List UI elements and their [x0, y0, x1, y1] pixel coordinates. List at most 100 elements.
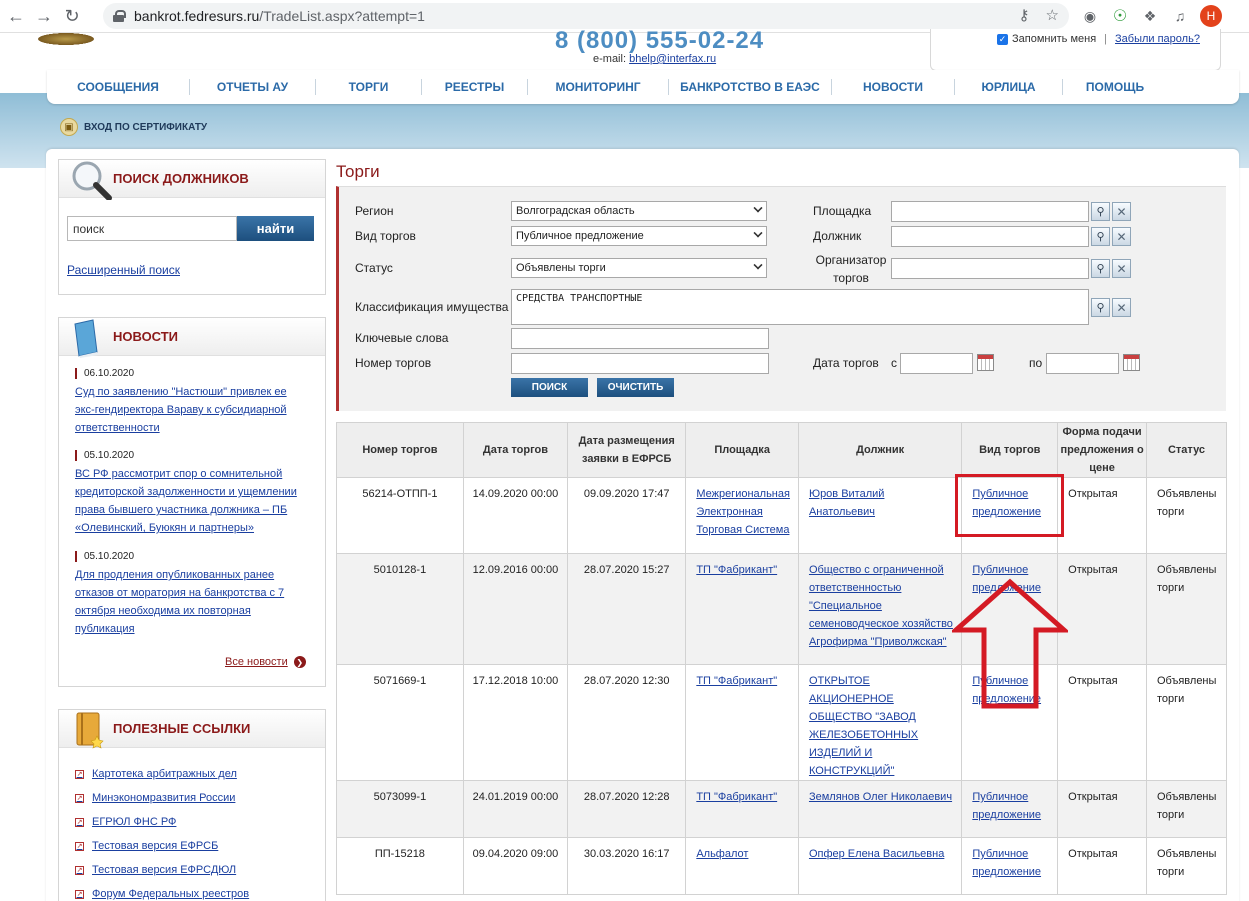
posted-date: 28.07.2020 12:28 — [567, 780, 687, 838]
column-header[interactable]: Форма подачи предложения о цене — [1057, 422, 1147, 478]
nav-reports[interactable]: ОТЧЕТЫ АУ — [190, 80, 315, 94]
region-value: Волгоградская область — [516, 205, 635, 217]
advanced-search-link[interactable]: Расширенный поиск — [67, 263, 180, 277]
email-link[interactable]: bhelp@interfax.ru — [629, 53, 716, 65]
column-header[interactable]: Вид торгов — [961, 422, 1059, 478]
clear-icon[interactable]: ✕ — [1112, 202, 1131, 221]
column-header[interactable]: Должник — [797, 422, 963, 478]
reload-icon[interactable]: ↻ — [60, 4, 84, 28]
search-icon[interactable]: ⚲ — [1091, 227, 1110, 246]
keywords-input[interactable] — [511, 328, 769, 349]
useful-link[interactable]: ↗ Картотека арбитражных дел — [75, 768, 237, 780]
debtor-link[interactable]: Общество с ограниченной ответственностью… — [809, 564, 953, 648]
nav-eaeu-bankruptcy[interactable]: БАНКРОТСТВО В ЕАЭС — [669, 80, 831, 94]
news-link[interactable]: Суд по заявлению "Настюши" привлек ее эк… — [75, 383, 305, 437]
region-select[interactable]: Волгоградская область — [511, 201, 767, 221]
puzzle-icon[interactable]: ❖ — [1140, 6, 1160, 26]
trade-date: 12.09.2016 00:00 — [462, 553, 569, 665]
news-link[interactable]: ВС РФ рассмотрит спор о сомнительной кре… — [75, 465, 305, 537]
column-header[interactable]: Дата размещения заявки в ЕФРСБ — [567, 422, 687, 478]
platform-link[interactable]: ТП "Фабрикант" — [696, 791, 777, 803]
column-header[interactable]: Статус — [1145, 422, 1228, 478]
site-logo[interactable] — [38, 33, 94, 45]
useful-link-label: Форум Федеральных реестров — [92, 888, 250, 900]
search-icon[interactable]: ⚲ — [1091, 202, 1110, 221]
address-bar[interactable]: bankrot.fedresurs.ru/TradeList.aspx?atte… — [103, 3, 1069, 29]
debtor-cell: ОТКРЫТОЕ АКЦИОНЕРНОЕ ОБЩЕСТВО "ЗАВОД ЖЕЛ… — [797, 664, 963, 781]
trade-status: Объявлены торги — [1145, 664, 1228, 781]
key-icon[interactable]: ⚷ — [1019, 6, 1030, 24]
clear-icon[interactable]: ✕ — [1112, 227, 1131, 246]
forward-icon[interactable]: → — [32, 4, 56, 28]
classification-field[interactable]: СРЕДСТВА ТРАНСПОРТНЫЕ — [511, 289, 1089, 325]
organizer-label: Организатор торгов — [815, 253, 887, 285]
platform-link[interactable]: ТП "Фабрикант" — [696, 675, 777, 687]
debtor-search-input[interactable] — [67, 216, 237, 241]
date-to-input[interactable] — [1046, 353, 1119, 374]
posted-date: 28.07.2020 12:30 — [567, 664, 687, 781]
search-icon[interactable]: ⚲ — [1091, 259, 1110, 278]
debtor-label: Должник — [813, 229, 862, 243]
column-header[interactable]: Площадка — [685, 422, 799, 478]
useful-link[interactable]: ↗ ЕГРЮЛ ФНС РФ — [75, 816, 176, 828]
calendar-icon[interactable] — [1123, 354, 1140, 371]
nav-monitoring[interactable]: МОНИТОРИНГ — [528, 80, 668, 94]
remember-checkbox[interactable]: ✓ — [997, 33, 1008, 45]
filter-clear-button[interactable]: ОЧИСТИТЬ — [597, 378, 674, 397]
column-header[interactable]: Дата торгов — [462, 422, 569, 478]
debtor-cell: Землянов Олег Николаевич — [797, 780, 963, 838]
star-icon[interactable]: ☆ — [1046, 6, 1059, 24]
platform-link[interactable]: ТП "Фабрикант" — [696, 564, 777, 576]
nav-trades[interactable]: ТОРГИ — [316, 80, 421, 94]
chevron-down-icon — [753, 203, 763, 213]
all-news-link[interactable]: Все новости ❯ — [225, 656, 306, 668]
nav-legal-entities[interactable]: ЮРЛИЦА — [955, 80, 1062, 94]
trade-type-link[interactable]: Публичное предложение — [972, 791, 1041, 821]
column-header[interactable]: Номер торгов — [336, 422, 464, 478]
debtor-link[interactable]: Опфер Елена Васильевна — [809, 848, 944, 860]
debtor-input[interactable] — [891, 226, 1089, 247]
platform-link[interactable]: Альфалот — [696, 848, 748, 860]
profile-avatar[interactable]: Н — [1200, 5, 1222, 27]
search-icon[interactable]: ⚲ — [1091, 298, 1110, 317]
nav-help[interactable]: ПОМОЩЬ — [1063, 80, 1167, 94]
trade-number-input[interactable] — [511, 353, 769, 374]
trade-type-select[interactable]: Публичное предложение — [511, 226, 767, 246]
trade-status: Объявлены торги — [1145, 553, 1228, 665]
platform-link[interactable]: Межрегиональная Электронная Торговая Сис… — [696, 488, 790, 536]
clear-icon[interactable]: ✕ — [1112, 259, 1131, 278]
date-from-input[interactable] — [900, 353, 973, 374]
lock-icon — [113, 10, 126, 22]
useful-link[interactable]: ↗ Тестовая версия ЕФРСДЮЛ — [75, 864, 236, 876]
nav-messages[interactable]: СООБЩЕНИЯ — [47, 80, 189, 94]
trade-type-link[interactable]: Публичное предложение — [972, 848, 1041, 878]
useful-link[interactable]: ↗ Форум Федеральных реестров — [75, 888, 249, 900]
debtor-link[interactable]: Землянов Олег Николаевич — [809, 791, 952, 803]
useful-link[interactable]: ↗ Минэкономразвития России — [75, 792, 235, 804]
nav-news[interactable]: НОВОСТИ — [832, 80, 954, 94]
trade-date-label: Дата торгов — [813, 356, 879, 370]
media-icon[interactable]: ♫ — [1170, 6, 1190, 26]
back-icon[interactable]: ← — [4, 4, 28, 28]
calendar-icon[interactable] — [977, 354, 994, 371]
debtor-link[interactable]: Юров Виталий Анатольевич — [809, 488, 884, 518]
extension-circle-icon[interactable]: ☉ — [1110, 6, 1130, 26]
certificate-login[interactable]: ▣ ВХОД ПО СЕРТИФИКАТУ — [60, 118, 207, 136]
forgot-password-link[interactable]: Забыли пароль? — [1115, 33, 1200, 45]
filter-search-button[interactable]: ПОИСК — [511, 378, 588, 397]
useful-link[interactable]: ↗ Тестовая версия ЕФРСБ — [75, 840, 218, 852]
pointer-arrow-icon — [952, 578, 1068, 709]
clear-icon[interactable]: ✕ — [1112, 298, 1131, 317]
price-form: Открытая — [1057, 477, 1147, 554]
nav-registries[interactable]: РЕЕСТРЫ — [422, 80, 527, 94]
extension-mascot-icon[interactable]: ◉ — [1080, 6, 1100, 26]
organizer-input[interactable] — [891, 258, 1089, 279]
debtor-link[interactable]: ОТКРЫТОЕ АКЦИОНЕРНОЕ ОБЩЕСТВО "ЗАВОД ЖЕЛ… — [809, 675, 918, 777]
debtor-search-button[interactable]: найти — [237, 216, 314, 241]
trade-number: 5010128-1 — [336, 553, 464, 665]
news-link[interactable]: Для продления опубликованных ранее отказ… — [75, 566, 305, 638]
table-row: 56214-ОТПП-1 14.09.2020 00:00 09.09.2020… — [336, 477, 1228, 554]
status-select[interactable]: Объявлены торги — [511, 258, 767, 278]
platform-input[interactable] — [891, 201, 1089, 222]
news-item: 05.10.2020 Для продления опубликованных … — [75, 551, 305, 638]
